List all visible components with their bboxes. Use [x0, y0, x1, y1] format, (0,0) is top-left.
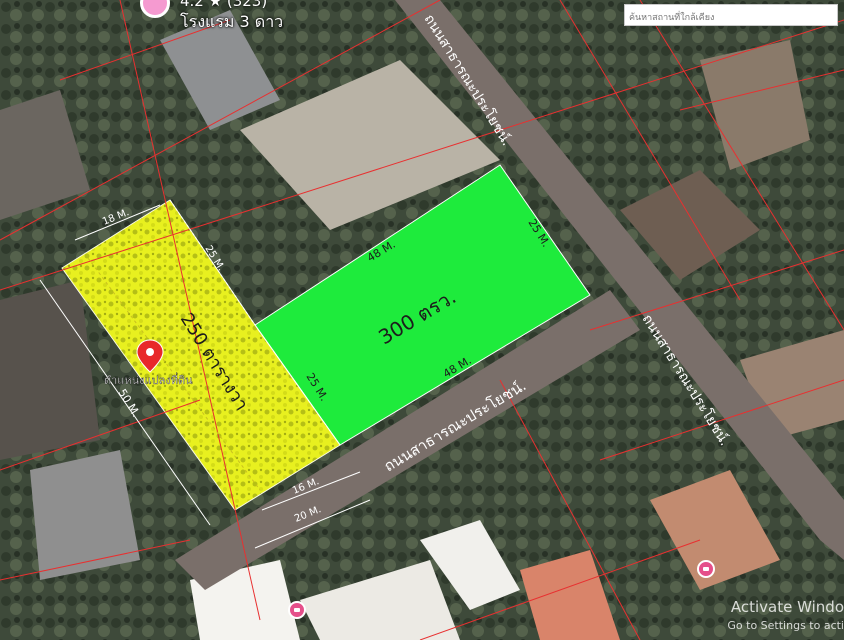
search-input[interactable]: [625, 8, 844, 28]
hotel-poi-icon[interactable]: [697, 560, 715, 578]
hotel-poi-icon[interactable]: [288, 601, 306, 619]
hotel-label[interactable]: โรงแรม 3 ดาว: [180, 10, 283, 35]
search-box[interactable]: [624, 4, 844, 28]
satellite-map: ถนนสาธารณะประโยชน์. ถนนสาธารณะประโยชน์. …: [0, 0, 844, 640]
activation-watermark: Activate Windo: [730, 598, 844, 616]
activation-watermark-subtitle: Go to Settings to acti: [727, 619, 844, 632]
map-canvas[interactable]: ถนนสาธารณะประโยชน์. ถนนสาธารณะประโยชน์. …: [0, 0, 844, 640]
building-roof: [30, 450, 140, 580]
pin-label: ตำแหน่งแปลงที่ดิน: [104, 372, 193, 387]
hotel-rating: 4.2 ★ (323): [180, 0, 268, 10]
